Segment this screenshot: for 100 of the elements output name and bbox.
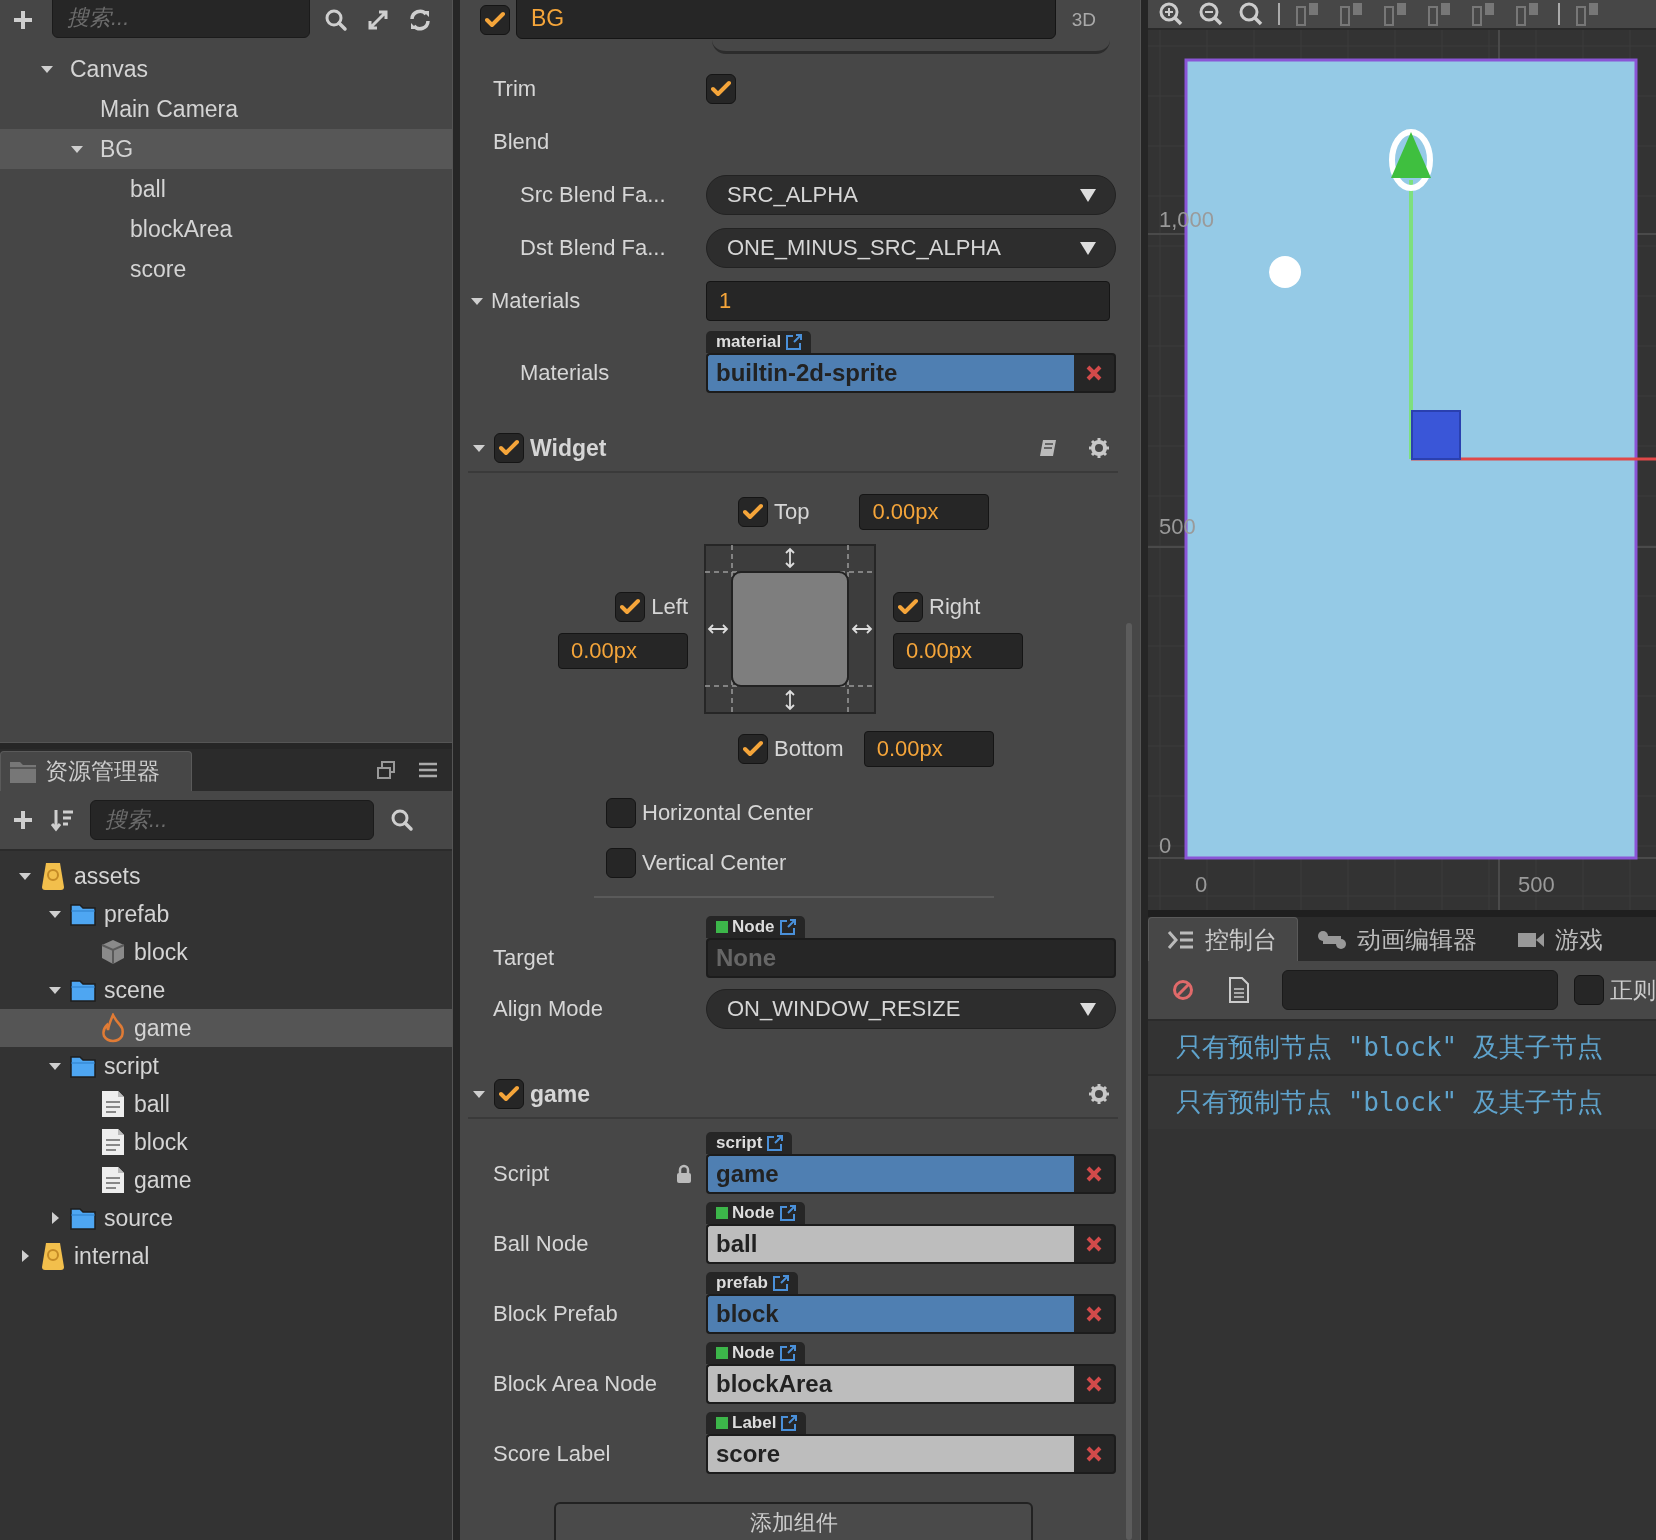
refresh-icon[interactable] [408, 8, 432, 32]
document-icon[interactable] [1228, 977, 1250, 1003]
link-icon[interactable] [771, 1274, 790, 1292]
tree-item[interactable]: block [0, 933, 452, 971]
popout-icon[interactable] [376, 760, 396, 780]
checkbox-label: Bottom [774, 736, 844, 762]
property-label: Blend [493, 128, 550, 155]
search-icon[interactable] [324, 8, 348, 32]
number-field[interactable]: 1 [706, 280, 1110, 321]
tree-item[interactable]: ball [0, 169, 452, 209]
expand-icon[interactable] [366, 8, 390, 32]
axis-label: 0 [1195, 872, 1208, 898]
property-label: Block Prefab [493, 1301, 618, 1327]
value-field[interactable]: 0.00px [893, 633, 1023, 669]
search-icon[interactable] [390, 808, 414, 832]
add-component-button[interactable]: 添加组件 [554, 1502, 1033, 1540]
checkbox[interactable] [615, 592, 646, 622]
dropdown[interactable]: ON_WINDOW_RESIZE [706, 988, 1116, 1029]
component-header[interactable]: game [468, 1071, 1118, 1119]
checkbox[interactable] [606, 848, 636, 878]
checkbox[interactable] [706, 73, 736, 104]
animation-icon [1317, 928, 1347, 951]
tree-item[interactable]: prefab [0, 895, 452, 933]
checkbox[interactable] [738, 497, 768, 527]
tree-item[interactable]: script [0, 1047, 452, 1085]
property-label: Score Label [493, 1441, 611, 1467]
book-icon[interactable] [1038, 438, 1058, 458]
script-file-icon [100, 1166, 126, 1194]
clear-icon[interactable] [1172, 979, 1194, 1001]
menu-icon[interactable] [418, 761, 438, 779]
plus-icon[interactable] [12, 809, 34, 831]
settings-icon[interactable] [1088, 1083, 1110, 1105]
checkbox[interactable] [738, 734, 768, 764]
link-icon[interactable] [778, 1204, 797, 1222]
tree-item[interactable]: game [0, 1161, 452, 1199]
dropdown[interactable]: SRC_ALPHA [706, 174, 1116, 215]
link-icon[interactable] [785, 333, 804, 351]
type-tag: Node [706, 916, 805, 938]
caret-icon [1079, 239, 1097, 256]
tree-item[interactable]: block [0, 1123, 452, 1161]
panel-tab[interactable]: 资源管理器 [0, 751, 192, 791]
tree-item[interactable]: BG [0, 129, 452, 169]
property-label: Align Mode [493, 995, 604, 1022]
value-field[interactable]: 0.00px [859, 494, 990, 530]
tree-item[interactable]: source [0, 1199, 452, 1237]
zoom-in-icon[interactable] [1158, 1, 1184, 27]
panel-tab[interactable]: 控制台 [1148, 917, 1298, 961]
search-field[interactable]: 搜索... [52, 0, 310, 38]
property-label: Target [493, 945, 555, 971]
node-type-icon [716, 1207, 728, 1219]
property-label: Src Blend Fa... [520, 181, 666, 208]
type-tag: prefab [706, 1272, 798, 1294]
plus-icon[interactable] [12, 9, 34, 31]
folder-icon [9, 759, 37, 784]
value-field[interactable]: 0.00px [558, 633, 688, 669]
tree-item[interactable]: internal [0, 1237, 452, 1275]
checkbox[interactable] [494, 433, 524, 463]
tree-item[interactable]: Canvas [0, 49, 452, 89]
tree-item[interactable]: score [0, 249, 452, 289]
checkbox-label: Right [929, 594, 981, 620]
node-name-field[interactable]: BG [516, 0, 1056, 39]
tree-item[interactable]: ball [0, 1085, 452, 1123]
property-label: Materials [491, 287, 581, 314]
checkmark-icon [499, 439, 519, 457]
tree-item[interactable]: game [0, 1009, 452, 1047]
link-icon[interactable] [766, 1134, 785, 1152]
checkmark-icon [898, 598, 918, 616]
link-icon[interactable] [778, 1344, 797, 1362]
filter-field[interactable] [1282, 970, 1559, 1010]
tree-item[interactable]: scene [0, 971, 452, 1009]
cube-icon [100, 938, 126, 966]
checkbox[interactable] [1574, 975, 1604, 1005]
link-icon[interactable] [778, 918, 797, 936]
value-field[interactable]: 0.00px [863, 731, 994, 767]
settings-icon[interactable] [1088, 437, 1110, 459]
checkbox[interactable] [893, 592, 923, 622]
tree-item[interactable]: assets [0, 857, 452, 895]
checkmark-icon [485, 11, 505, 29]
zoom-out-icon[interactable] [1198, 1, 1224, 27]
search-icon[interactable] [1238, 1, 1264, 27]
panel-tab[interactable]: 游戏 [1498, 917, 1624, 961]
link-icon[interactable] [780, 1414, 799, 1432]
tree-item[interactable]: Main Camera [0, 89, 452, 129]
checkbox[interactable] [606, 798, 636, 828]
checkmark-icon [743, 740, 763, 758]
dropdown[interactable]: ONE_MINUS_SRC_ALPHA [706, 227, 1116, 268]
folder-icon [70, 902, 96, 926]
sort-icon[interactable] [50, 808, 74, 832]
move-gizmo-drawing[interactable] [1389, 129, 1656, 461]
search-field[interactable]: 搜索... [90, 800, 374, 840]
checkbox[interactable] [494, 1079, 524, 1109]
type-tag: Node [706, 1202, 805, 1224]
script-file-icon [100, 1090, 126, 1118]
checkbox-label: Top [774, 499, 810, 525]
tree-item[interactable]: blockArea [0, 209, 452, 249]
folder-icon [70, 1054, 96, 1078]
mode-label: 3D [1071, 9, 1096, 31]
panel-tab[interactable]: 动画编辑器 [1298, 917, 1498, 961]
checkbox[interactable] [480, 5, 510, 35]
component-header[interactable]: Widget [468, 425, 1118, 473]
